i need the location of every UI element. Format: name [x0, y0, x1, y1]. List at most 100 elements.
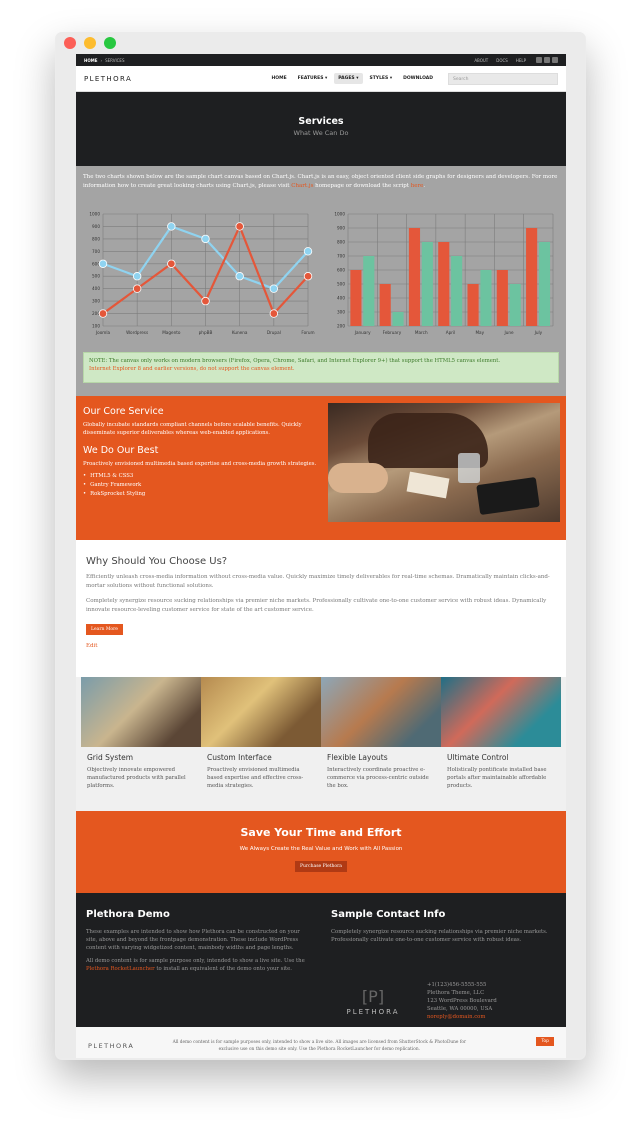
footer-demo-text-a: All demo content is for sample purpose o…	[86, 958, 305, 964]
maximize-button[interactable]	[104, 37, 116, 49]
x-tick-label: phpBB	[199, 330, 213, 335]
bar	[350, 270, 362, 326]
x-tick-label: February	[383, 330, 402, 335]
feature-bullets: HTML5 & CSS3 Gantry Framework RokSprocke…	[83, 472, 318, 499]
x-tick-label: Wordpress	[126, 330, 148, 335]
x-tick-label: Magento	[162, 330, 181, 335]
feature-image	[321, 677, 441, 747]
footer-logo-text: PLETHORA	[346, 1008, 400, 1016]
y-tick-label: 300	[92, 299, 100, 304]
bullet-item: Gantry Framework	[83, 481, 318, 490]
bottom-bar: PLETHORA All demo content is for sample …	[76, 1027, 566, 1058]
chartjs-link[interactable]: Chart.js	[291, 183, 313, 189]
bar-chart: 1000 900 800 700 600 500 400 300 200 January Febru…	[334, 212, 554, 335]
website: HOME › SERVICES ABOUT DOCS HELP PLETHORA…	[76, 54, 566, 1058]
x-tick-label: Joomla	[95, 330, 111, 335]
y-tick-label: 300	[337, 310, 345, 315]
core-service-title: Our Core Service	[83, 406, 164, 417]
nav-menu: HOME FEATURES ▾ PAGES ▾ STYLES ▾ DOWNLOA…	[268, 72, 558, 85]
nav-item-download[interactable]: DOWNLOAD	[399, 73, 437, 84]
bar	[438, 242, 450, 326]
bullet-item: HTML5 & CSS3	[83, 472, 318, 481]
y-tick-label: 500	[337, 282, 345, 287]
footer-contact-text: Completely synergize resource sucking re…	[331, 929, 548, 943]
bar	[538, 242, 551, 326]
close-button[interactable]	[64, 37, 76, 49]
bar	[509, 284, 521, 326]
download-link[interactable]: here	[411, 183, 424, 189]
nav-item-styles[interactable]: STYLES ▾	[366, 73, 397, 84]
facebook-icon[interactable]	[544, 57, 550, 63]
address-line: Seattle, WA 00000, USA	[427, 1006, 493, 1012]
footer-demo-text-2: All demo content is for sample purpose o…	[86, 957, 306, 973]
address-line: 123 WordPress Boulevard	[427, 998, 497, 1004]
line-chart: 1000900800700600500400300200100Joomla Wor…	[89, 212, 314, 336]
charts-section: The two charts shown below are the sampl…	[76, 166, 566, 396]
rocketlauncher-link[interactable]: Plethora RocketLauncher	[86, 966, 155, 972]
core-service-text: Globally incubate standards compliant ch…	[83, 422, 302, 436]
nav-item-home[interactable]: HOME	[268, 73, 291, 84]
bar	[496, 270, 508, 326]
rss-icon[interactable]	[552, 57, 558, 63]
purchase-button[interactable]: Purchase Plethora	[295, 861, 347, 872]
bar	[408, 228, 421, 326]
edit-link[interactable]: Edit	[86, 643, 556, 649]
feature-title: Ultimate Control	[447, 753, 509, 762]
minimize-button[interactable]	[84, 37, 96, 49]
top-link-docs[interactable]: DOCS	[496, 58, 508, 63]
learn-more-button[interactable]: Learn More	[86, 624, 123, 635]
bar	[379, 284, 391, 326]
browser-window: HOME › SERVICES ABOUT DOCS HELP PLETHORA…	[56, 32, 585, 1058]
y-tick-label: 400	[337, 296, 345, 301]
page-hero: Services What We Can Do	[76, 92, 566, 166]
bottom-logo[interactable]: PLETHORA	[88, 1042, 134, 1050]
site-logo[interactable]: PLETHORA	[84, 75, 132, 83]
breadcrumb-separator: ›	[100, 57, 103, 63]
note-line-1: NOTE: The canvas only works on modern br…	[89, 358, 501, 364]
do-our-best-title: We Do Our Best	[83, 445, 159, 456]
bar	[480, 270, 492, 326]
cta-title: Save Your Time and Effort	[240, 826, 402, 839]
nav-item-pages[interactable]: PAGES ▾	[334, 73, 363, 84]
feature-grid-system: Grid System Objectively innovate empower…	[81, 677, 201, 790]
social-icons	[536, 57, 558, 63]
x-tick-label: May	[475, 330, 484, 335]
y-tick-label: 900	[92, 224, 100, 229]
why-title: Why Should You Choose Us?	[86, 556, 228, 567]
cta-subtitle: We Always Create the Real Value and Work…	[239, 846, 403, 852]
data-point	[132, 284, 142, 293]
y-tick-label: 1000	[89, 212, 100, 217]
top-links: ABOUT DOCS HELP	[474, 58, 526, 63]
x-tick-label: March	[415, 330, 428, 335]
top-link-help[interactable]: HELP	[516, 58, 526, 63]
note-line-2: Internet Explorer 8 and earlier versions…	[89, 366, 295, 372]
main-nav: PLETHORA HOME FEATURES ▾ PAGES ▾ STYLES …	[76, 66, 566, 92]
footer: Plethora Demo These examples are intende…	[76, 893, 566, 1027]
breadcrumb-home[interactable]: HOME	[84, 58, 97, 63]
bar	[421, 242, 433, 326]
data-point	[98, 309, 108, 318]
page-title: Services	[298, 116, 344, 127]
y-tick-label: 700	[337, 254, 345, 259]
back-to-top-button[interactable]: Top	[536, 1037, 554, 1046]
data-point	[201, 234, 210, 244]
feature-image	[81, 677, 201, 747]
page-subtitle: What We Can Do	[293, 129, 349, 137]
email-link[interactable]: noreply@domain.com	[427, 1013, 497, 1021]
top-link-about[interactable]: ABOUT	[474, 58, 488, 63]
nav-item-features[interactable]: FEATURES ▾	[294, 73, 332, 84]
core-service-section: Our Core Service Globally incubate stand…	[76, 396, 566, 540]
address-line: +1(123)456-5555-555	[427, 982, 487, 988]
cta-section: Save Your Time and Effort We Always Crea…	[76, 811, 566, 893]
data-point	[303, 272, 313, 281]
y-tick-label: 100	[92, 324, 100, 329]
feature-image	[441, 677, 561, 747]
y-tick-label: 700	[92, 249, 100, 254]
twitter-icon[interactable]	[536, 57, 542, 63]
feature-title: Grid System	[87, 753, 134, 762]
y-tick-label: 800	[92, 236, 100, 241]
feature-image	[201, 677, 321, 747]
feature-flexible-layouts: Flexible Layouts Interactively coordinat…	[321, 677, 441, 790]
data-point	[303, 247, 313, 256]
search-input[interactable]: Search	[448, 72, 558, 85]
